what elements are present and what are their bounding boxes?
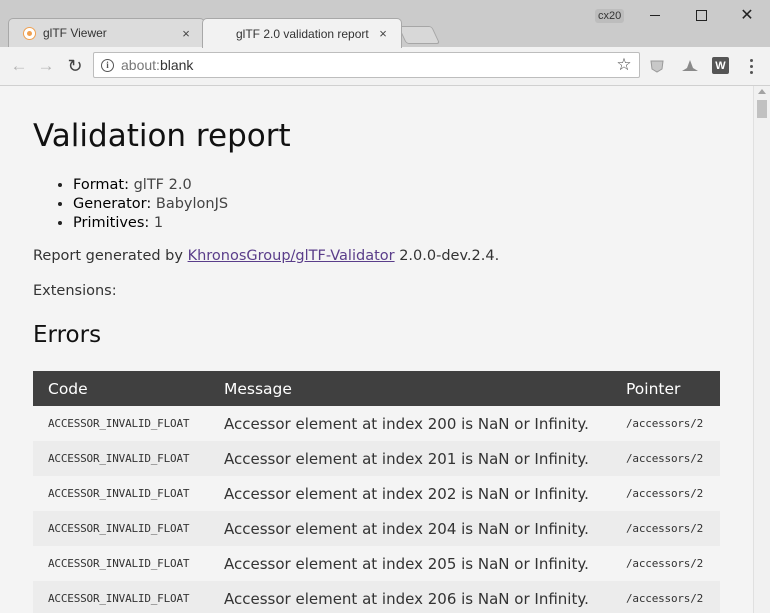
error-code: ACCESSOR_INVALID_FLOAT [33, 441, 224, 476]
meta-value: BabylonJS [155, 196, 229, 212]
report-meta-list: Format: glTF 2.0 Generator: BabylonJS Pr… [33, 176, 228, 233]
tab-validation-report[interactable]: glTF 2.0 validation report × [202, 18, 402, 48]
tab-gltf-viewer[interactable]: glTF Viewer × [8, 18, 205, 47]
minimize-icon [650, 14, 660, 16]
error-code: ACCESSOR_INVALID_FLOAT [33, 546, 224, 581]
extension-hat-icon[interactable] [681, 57, 699, 75]
minimize-button[interactable] [632, 0, 678, 30]
browser-menu-icon[interactable] [742, 55, 760, 77]
error-code: ACCESSOR_INVALID_FLOAT [33, 476, 224, 511]
close-icon: ✕ [740, 7, 754, 24]
favicon-icon [23, 26, 36, 40]
table-row: ACCESSOR_INVALID_FLOAT Accessor element … [33, 441, 720, 476]
error-pointer: /accessors/2 [626, 546, 720, 581]
meta-value: glTF 2.0 [133, 177, 192, 193]
page-viewport: Validation report Format: glTF 2.0 Gener… [0, 86, 753, 613]
url-path: blank [159, 57, 194, 73]
tab-title: glTF Viewer [43, 26, 107, 40]
tab-title: glTF 2.0 validation report [236, 26, 369, 41]
column-header-code: Code [33, 371, 224, 406]
error-pointer: /accessors/2 [626, 511, 720, 546]
error-code: ACCESSOR_INVALID_FLOAT [33, 581, 224, 613]
scroll-up-icon[interactable] [758, 89, 766, 94]
error-message: Accessor element at index 205 is NaN or … [224, 546, 626, 581]
meta-primitives: Primitives: 1 [73, 214, 228, 233]
maximize-icon [695, 9, 707, 21]
error-message: Accessor element at index 201 is NaN or … [224, 441, 626, 476]
profile-label[interactable]: cx20 [595, 9, 625, 23]
tab-close-icon[interactable]: × [375, 26, 391, 41]
maximize-button[interactable] [678, 0, 724, 30]
extension-w-icon[interactable]: W [712, 57, 729, 74]
error-message: Accessor element at index 202 is NaN or … [224, 476, 626, 511]
extensions-label: Extensions: [33, 283, 117, 299]
extension-shield-icon[interactable] [648, 57, 666, 75]
bookmark-star-icon[interactable]: ☆ [614, 55, 634, 75]
error-code: ACCESSOR_INVALID_FLOAT [33, 511, 224, 546]
browser-toolbar: ← → ↻ i about:blank ☆ W [0, 47, 770, 86]
table-row: ACCESSOR_INVALID_FLOAT Accessor element … [33, 511, 720, 546]
table-row: ACCESSOR_INVALID_FLOAT Accessor element … [33, 546, 720, 581]
error-pointer: /accessors/2 [626, 406, 720, 441]
vertical-scrollbar[interactable] [753, 86, 770, 613]
error-pointer: /accessors/2 [626, 476, 720, 511]
title-bar: glTF Viewer × glTF 2.0 validation report… [0, 0, 770, 48]
generated-by-text: Report generated by KhronosGroup/glTF-Va… [33, 248, 499, 264]
new-tab-button[interactable] [397, 26, 441, 44]
url-scheme: about: [121, 57, 160, 73]
table-header-row: Code Message Pointer [33, 371, 720, 406]
table-row: ACCESSOR_INVALID_FLOAT Accessor element … [33, 476, 720, 511]
meta-key: Generator: [73, 196, 152, 212]
error-message: Accessor element at index 206 is NaN or … [224, 581, 626, 613]
generated-suffix: 2.0.0-dev.2.4. [394, 248, 500, 264]
close-window-button[interactable]: ✕ [724, 0, 770, 30]
url-text[interactable]: about:blank [121, 57, 614, 73]
table-row: ACCESSOR_INVALID_FLOAT Accessor element … [33, 406, 720, 441]
table-row: ACCESSOR_INVALID_FLOAT Accessor element … [33, 581, 720, 613]
error-message: Accessor element at index 200 is NaN or … [224, 406, 626, 441]
arrow-left-icon: ← [10, 56, 28, 75]
column-header-pointer: Pointer [626, 371, 720, 406]
meta-generator: Generator: BabylonJS [73, 195, 228, 214]
scrollbar-thumb[interactable] [757, 100, 767, 118]
back-button[interactable]: ← [6, 53, 32, 79]
info-icon[interactable]: i [101, 58, 114, 72]
reload-icon: ↻ [67, 55, 83, 76]
validator-link[interactable]: KhronosGroup/glTF-Validator [188, 248, 395, 264]
error-message: Accessor element at index 204 is NaN or … [224, 511, 626, 546]
address-bar[interactable]: i about:blank ☆ [93, 52, 640, 78]
tab-close-icon[interactable]: × [178, 26, 194, 41]
meta-value: 1 [153, 215, 164, 231]
meta-key: Primitives: [73, 215, 150, 231]
generated-prefix: Report generated by [33, 248, 188, 264]
error-pointer: /accessors/2 [626, 581, 720, 613]
errors-table: Code Message Pointer ACCESSOR_INVALID_FL… [33, 371, 720, 613]
meta-key: Format: [73, 177, 129, 193]
page-title: Validation report [33, 118, 291, 154]
error-pointer: /accessors/2 [626, 441, 720, 476]
arrow-right-icon: → [37, 56, 55, 75]
reload-button[interactable]: ↻ [62, 53, 88, 79]
column-header-message: Message [224, 371, 626, 406]
error-code: ACCESSOR_INVALID_FLOAT [33, 406, 224, 441]
meta-format: Format: glTF 2.0 [73, 176, 228, 195]
errors-heading: Errors [33, 322, 102, 348]
forward-button[interactable]: → [33, 53, 59, 79]
